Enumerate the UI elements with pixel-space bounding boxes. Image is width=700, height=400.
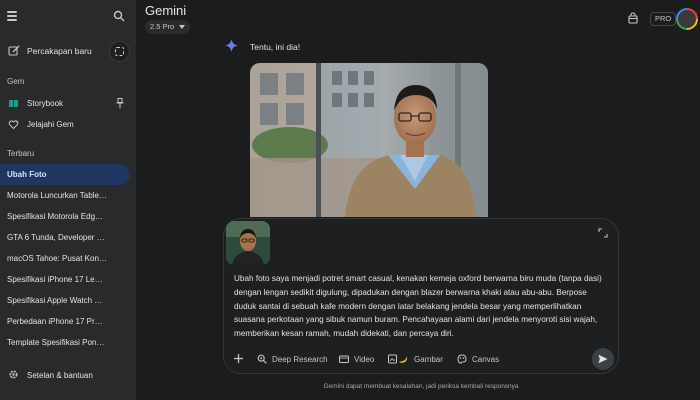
new-chat-label: Percakapan baru	[27, 46, 92, 56]
svg-text:+: +	[15, 119, 18, 124]
sidebar-header	[0, 0, 136, 34]
recent-label: Motorola Luncurkan Tablet ...	[7, 191, 107, 200]
sidebar-item-recent[interactable]: Template Spesifikasi Ponsel...	[0, 332, 130, 353]
settings-help-button[interactable]: Setelan & bantuan	[0, 364, 136, 386]
recent-section-title: Terbaru	[7, 149, 35, 158]
model-response-text: Tentu, ini dia!	[250, 42, 301, 52]
avatar-image	[678, 10, 696, 28]
tool-label: Gambar	[414, 355, 443, 364]
recent-label: GTA 6 Tunda, Developer Lai...	[7, 233, 107, 242]
settings-label: Setelan & bantuan	[27, 371, 93, 380]
recent-label: Spesifikasi Motorola Edge 6...	[7, 212, 107, 221]
shopping-bag-icon[interactable]	[627, 12, 639, 24]
prompt-input[interactable]: Ubah foto saya menjadi potret smart casu…	[234, 272, 606, 341]
chevron-down-icon	[179, 25, 186, 29]
deep-research-icon	[257, 354, 267, 364]
tool-video[interactable]: Video	[339, 350, 379, 368]
gem-explore-icon: +	[8, 119, 19, 130]
pin-icon[interactable]	[116, 98, 124, 109]
sidebar-item-storybook[interactable]: Storybook	[0, 93, 130, 114]
sidebar-item-recent[interactable]: Motorola Luncurkan Tablet ...	[0, 185, 130, 206]
tool-image[interactable]: Gambar	[388, 350, 448, 368]
generated-portrait-illustration	[250, 63, 488, 217]
gemini-spark-icon	[225, 39, 238, 52]
thumbnail-portrait-illustration	[226, 221, 270, 265]
sidebar: Percakapan baru Gem Storybook + Jelajahi…	[0, 0, 136, 400]
tool-label: Video	[354, 355, 375, 364]
temporary-chat-button[interactable]	[109, 41, 130, 62]
avatar[interactable]	[676, 8, 698, 30]
gems-section-title: Gem	[7, 77, 25, 86]
sidebar-item-recent[interactable]: Perbedaan iPhone 17 Pro da...	[0, 311, 130, 332]
image-banana-icon	[388, 354, 408, 364]
model-selector[interactable]: 2.5 Pro	[145, 20, 191, 34]
uploaded-image-thumbnail[interactable]	[226, 221, 270, 265]
recent-label: Spesifikasi Apple Watch Ser...	[7, 296, 107, 305]
disclaimer-text: Gemini dapat membuat kesalahan, jadi per…	[323, 383, 519, 390]
search-icon[interactable]	[113, 10, 125, 22]
plus-icon[interactable]	[233, 353, 244, 364]
sidebar-item-recent[interactable]: Spesifikasi iPhone 17 Lengk...	[0, 269, 130, 290]
tool-deep-research[interactable]: Deep Research	[257, 350, 347, 368]
expand-icon[interactable]	[598, 228, 608, 238]
sidebar-item-label: Storybook	[27, 99, 64, 108]
tool-label: Deep Research	[272, 355, 328, 364]
sidebar-item-label: Jelajahi Gem	[27, 120, 74, 129]
send-button[interactable]	[592, 348, 614, 370]
sidebar-item-recent[interactable]: GTA 6 Tunda, Developer Lai...	[0, 227, 130, 248]
recent-label: Spesifikasi iPhone 17 Lengk...	[7, 275, 107, 284]
tool-label: Canvas	[472, 355, 500, 364]
model-label: 2.5 Pro	[150, 22, 175, 31]
recent-label: Template Spesifikasi Ponsel...	[7, 338, 107, 347]
recent-label: macOS Tahoe: Pusat Kontr...	[7, 254, 107, 263]
temporary-chat-icon	[115, 47, 124, 56]
recent-label: Ubah Foto	[7, 170, 47, 179]
recent-label: Perbedaan iPhone 17 Pro da...	[7, 317, 107, 326]
sidebar-item-recent[interactable]: Spesifikasi Motorola Edge 6...	[0, 206, 130, 227]
menu-icon[interactable]	[7, 11, 17, 21]
generated-image[interactable]	[250, 63, 488, 217]
canvas-icon	[457, 354, 467, 364]
tool-canvas[interactable]: Canvas	[457, 350, 507, 368]
send-icon	[598, 354, 608, 364]
gear-icon	[9, 370, 18, 379]
plan-badge: PRO	[650, 12, 677, 26]
sidebar-item-explore-gems[interactable]: + Jelajahi Gem	[0, 114, 130, 135]
app-title: Gemini	[145, 3, 187, 18]
sidebar-item-recent[interactable]: Spesifikasi Apple Watch Ser...	[0, 290, 130, 311]
sidebar-item-recent[interactable]: Ubah Foto	[0, 164, 130, 185]
video-icon	[339, 355, 349, 363]
sidebar-item-recent[interactable]: macOS Tahoe: Pusat Kontr...	[0, 248, 130, 269]
edit-icon	[8, 45, 20, 56]
storybook-icon	[9, 100, 18, 107]
